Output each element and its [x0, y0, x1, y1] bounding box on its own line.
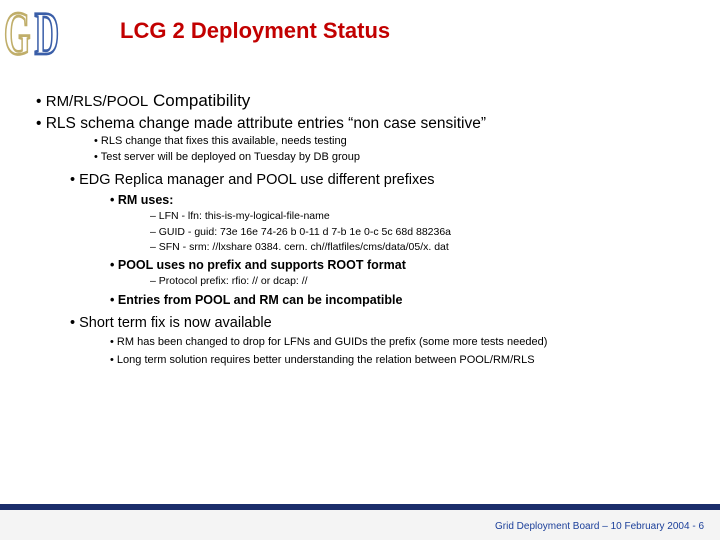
bullet-rls-change: RLS change that fixes this available, ne… [94, 135, 690, 149]
footer: Grid Deployment Board – 10 February 2004… [0, 510, 720, 540]
bullet-short-term-fix: Short term fix is now available RM has b… [70, 314, 690, 368]
bullet-compatibility-rest: Compatibility [148, 91, 250, 110]
bullet-sfn: SFN - srm: //lxshare 0384. cern. ch//fla… [150, 241, 690, 254]
bullet-edg-replica: EDG Replica manager and POOL use differe… [70, 171, 690, 309]
bullet-rm-uses-text: RM uses: [118, 193, 174, 207]
bullet-entries-incompat: Entries from POOL and RM can be incompat… [110, 293, 690, 309]
bullet-guid: GUID - guid: 73e 16e 74-26 b 0-11 d 7-b … [150, 226, 690, 239]
bullet-protocol-prefix: Protocol prefix: rfio: // or dcap: // [150, 275, 690, 288]
bullet-compatibility: RM/RLS/POOL Compatibility [36, 90, 690, 112]
bullet-compatibility-lead: RM/RLS/POOL [46, 93, 149, 110]
bullet-short-term-fix-text: Short term fix is now available [79, 315, 272, 331]
bullet-long-term: Long term solution requires better under… [110, 354, 690, 368]
footer-text: Grid Deployment Board – 10 February 2004… [495, 521, 704, 532]
bullet-lfn: LFN - lfn: this-is-my-logical-file-name [150, 210, 690, 223]
logo: GD [4, 2, 63, 70]
bullet-rm-changed: RM has been changed to drop for LFNs and… [110, 336, 690, 350]
slide-title: LCG 2 Deployment Status [120, 18, 390, 44]
bullet-rls-schema: RLS schema change made attribute entries… [36, 114, 690, 165]
content: RM/RLS/POOL Compatibility RLS schema cha… [36, 90, 690, 368]
logo-letter-d: D [34, 2, 63, 69]
slide: GD LCG 2 Deployment Status RM/RLS/POOL C… [0, 0, 720, 540]
bullet-pool-no-prefix-text: POOL uses no prefix and supports ROOT fo… [118, 258, 406, 272]
bullet-test-server: Test server will be deployed on Tuesday … [94, 151, 690, 165]
logo-letter-g: G [4, 2, 34, 69]
bullet-rm-uses: RM uses: LFN - lfn: this-is-my-logical-f… [110, 193, 690, 254]
bullet-rls-schema-text: RLS schema change made attribute entries… [46, 115, 486, 132]
bullet-pool-no-prefix: POOL uses no prefix and supports ROOT fo… [110, 258, 690, 289]
bullet-edg-replica-text: EDG Replica manager and POOL use differe… [79, 172, 434, 188]
